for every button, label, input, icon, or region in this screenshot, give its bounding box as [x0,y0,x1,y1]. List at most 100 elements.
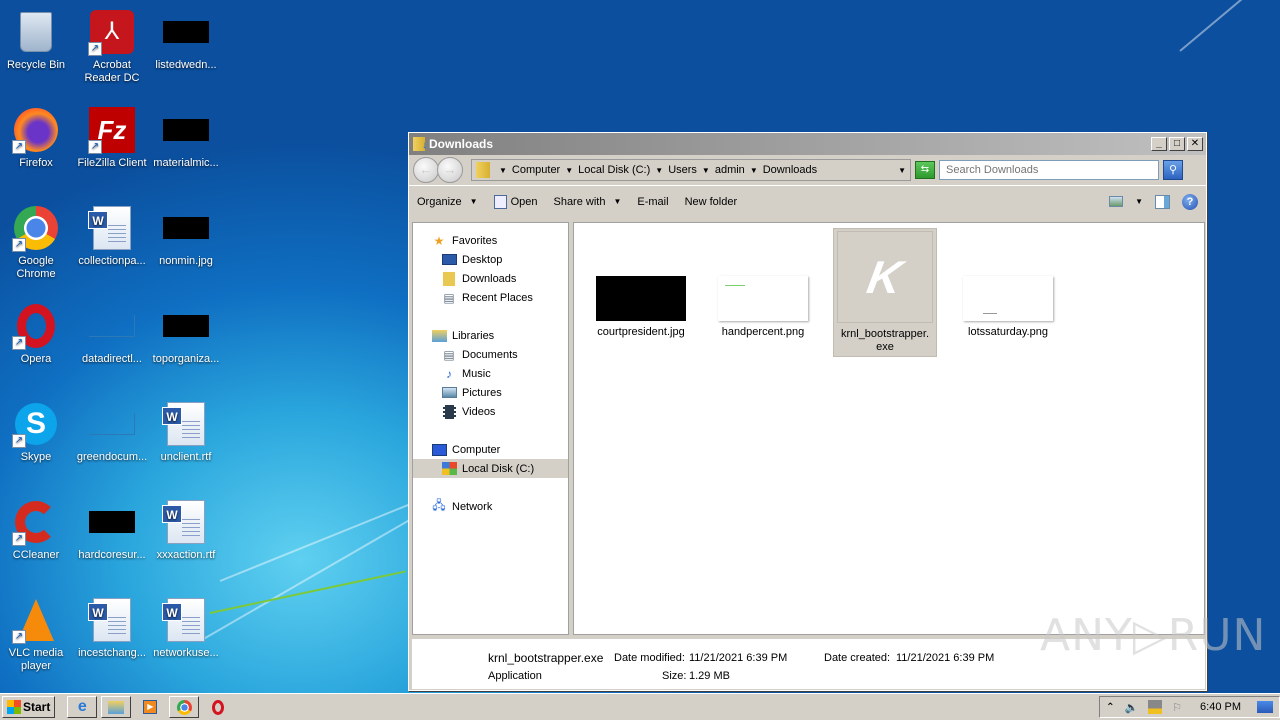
desktop-icon-materialmic[interactable]: materialmic... [148,106,224,170]
desktop-icon-filezilla[interactable]: Fz ↗ FileZilla Client [74,106,150,170]
desktop-icon-label: nonmin.jpg [159,255,213,267]
email-button[interactable]: E-mail [637,196,668,208]
desktop-icon-label: materialmic... [153,157,219,169]
nav-favorites[interactable]: ★ Favorites [413,231,568,250]
media-player-icon: ▶ [143,700,158,714]
show-hidden-icons-icon[interactable]: ⌃ [1106,702,1114,713]
show-desktop-icon[interactable] [1257,701,1273,713]
taskbar-chrome[interactable] [169,696,200,718]
search-input[interactable] [939,160,1159,180]
breadcrumb-local-disk[interactable]: ▼ Local Disk (C:) [560,164,650,176]
desktop-icon-listedwedn[interactable]: listedwedn... [148,8,224,72]
file-list: courtpresident.jpg handpercent.png K krn… [573,222,1205,635]
nav-libraries[interactable]: Libraries [413,326,568,345]
nav-videos[interactable]: Videos [413,402,568,421]
nav-desktop[interactable]: Desktop [413,250,568,269]
desktop-icon-greendocum[interactable]: greendocum... [74,400,150,464]
desktop-icon-hardcoresur[interactable]: hardcoresur... [74,498,150,562]
desktop-icon-ccleaner[interactable]: ↗ CCleaner [0,498,74,562]
nav-music[interactable]: ♪ Music [413,364,568,383]
refresh-button[interactable]: ⇆ [915,161,935,179]
network-icon: 🖧 [432,498,446,512]
image-thumbnail-icon [963,276,1053,321]
nav-documents[interactable]: ▤ Documents [413,345,568,364]
desktop-icon-google-chrome[interactable]: ↗ Google Chrome [0,204,74,281]
file-name: lotssaturday.png [968,326,1048,338]
desktop-icon-label: Acrobat Reader DC [84,59,140,84]
image-thumbnail-icon [162,302,210,350]
desktop-icon-recycle-bin[interactable]: Recycle Bin [0,8,74,72]
local-disk-icon [441,462,457,476]
desktop-icon-vlc[interactable]: ↗ VLC media player [0,596,74,673]
start-button[interactable]: Start [2,696,56,718]
desktop-icon-xxxaction[interactable]: W xxxaction.rtf [148,498,224,562]
breadcrumb-downloads[interactable]: ▼ Downloads [745,164,817,176]
file-item-selected[interactable]: K krnl_bootstrapper.exe [833,228,937,357]
file-name: courtpresident.jpg [597,326,685,338]
file-item[interactable]: lotssaturday.png [956,276,1060,339]
close-button[interactable]: ✕ [1187,137,1203,151]
desktop-icon-label: incestchang... [78,647,146,659]
nav-downloads[interactable]: Downloads [413,269,568,288]
chevron-down-icon: ▼ [749,165,758,175]
change-view-icon[interactable] [1109,196,1124,207]
maximize-button[interactable]: □ [1169,137,1185,151]
preview-pane-icon[interactable] [1155,194,1170,209]
details-date-modified-label: Date modified: [614,652,685,664]
taskbar-opera[interactable] [203,696,233,718]
desktop-icon-collectionpa[interactable]: W collectionpa... [74,204,150,268]
taskbar-media-player[interactable]: ▶ [135,696,165,718]
desktop-icon-datadirectl[interactable]: datadirectl... [74,302,150,366]
anyrun-watermark: ANY▷RUN [1040,610,1267,661]
title-bar[interactable]: ↓ Downloads _ □ ✕ [409,133,1206,155]
address-bar[interactable]: ▼ Computer ▼ Local Disk (C:) ▼ Users ▼ admin… [471,159,911,181]
desktop-icon-toporganiza[interactable]: toporganiza... [148,302,224,366]
chevron-down-icon: ▼ [655,165,664,175]
view-options-dropdown-icon[interactable]: ▼ [1135,197,1143,206]
desktop-icon-acrobat[interactable]: ⅄ ↗ Acrobat Reader DC [74,8,150,85]
chrome-icon: ↗ [12,204,60,252]
new-folder-button[interactable]: New folder [685,196,738,208]
desktop-icon-opera[interactable]: ↗ Opera [0,302,74,366]
nav-pictures[interactable]: Pictures [413,383,568,402]
organize-button[interactable]: Organize ▼ [417,196,478,208]
system-tray: ⌃ 🔈 ⚐ 6:40 PM [1099,696,1280,718]
minimize-button[interactable]: _ [1151,137,1167,151]
share-with-button[interactable]: Share with ▼ [553,196,621,208]
search-icon[interactable]: ⚲ [1163,160,1183,180]
internet-explorer-icon: e [77,698,87,715]
desktop-icon-skype[interactable]: S ↗ Skype [0,400,74,464]
image-thumbnail-icon [88,498,136,546]
help-icon[interactable]: ? [1182,193,1198,210]
volume-icon[interactable]: 🔈 [1124,701,1138,714]
forward-button[interactable]: → [437,157,463,183]
back-button[interactable]: ← [413,157,439,183]
desktop-icon-incestchang[interactable]: W incestchang... [74,596,150,660]
file-item[interactable]: courtpresident.jpg [589,276,693,339]
open-button[interactable]: Open [493,194,537,209]
desktop-icon-networkuse[interactable]: W networkuse... [148,596,224,660]
address-dropdown-icon[interactable]: ▼ [898,166,906,175]
desktop-icon-label: listedwedn... [155,59,217,71]
nav-computer[interactable]: Computer [413,440,568,459]
file-item[interactable]: handpercent.png [711,276,815,339]
taskbar-windows-explorer[interactable] [101,696,132,718]
breadcrumb-computer[interactable]: ▼ Computer [494,164,560,176]
blank-file-icon [88,400,136,448]
desktop-icon-nonmin[interactable]: nonmin.jpg [148,204,224,268]
action-center-flag-icon[interactable]: ⚐ [1172,701,1182,714]
desktop-icon-firefox[interactable]: ↗ Firefox [0,106,74,170]
open-icon [493,194,507,209]
nav-recent-places[interactable]: ▤ Recent Places [413,288,568,307]
breadcrumb-users[interactable]: ▼ Users [650,164,697,176]
desktop-icon-label: CCleaner [12,549,60,561]
taskbar-internet-explorer[interactable]: e [67,696,98,718]
nav-local-disk[interactable]: Local Disk (C:) [413,459,568,478]
clock[interactable]: 6:40 PM [1200,701,1241,713]
breadcrumb-admin[interactable]: ▼ admin [697,164,745,176]
desktop-icon-unclient[interactable]: W unclient.rtf [148,400,224,464]
network-warning-icon[interactable] [1148,700,1163,714]
nav-network[interactable]: 🖧 Network [413,497,568,516]
details-date-created-label: Date created: [824,652,891,664]
word-doc-icon: W [88,204,136,252]
